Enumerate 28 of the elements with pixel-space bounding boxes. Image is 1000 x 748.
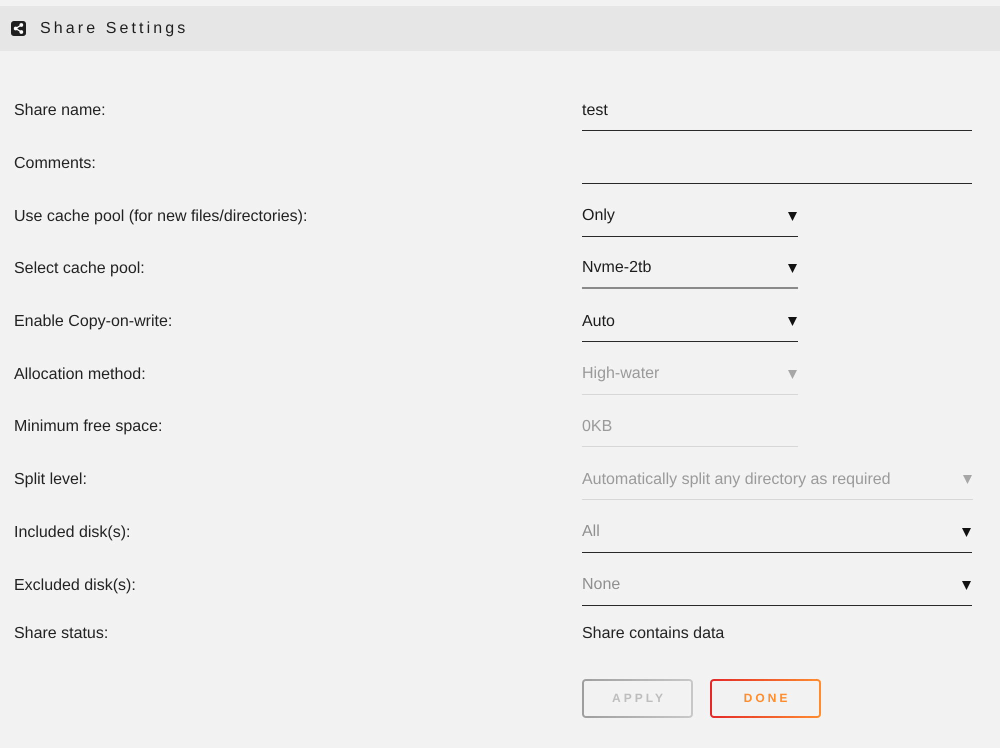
field-label: Share name: <box>14 102 106 120</box>
field-label: Enable Copy-on-write: <box>14 313 172 332</box>
field-label: Select cache pool: <box>14 260 145 278</box>
text-input[interactable]: test <box>582 91 972 132</box>
field-label: Excluded disk(s): <box>14 576 136 595</box>
dropdown-field[interactable]: Auto <box>582 302 798 342</box>
dropdown-field[interactable]: None <box>582 566 972 606</box>
field-label: Share status: <box>14 624 108 643</box>
dropdown-field[interactable]: Only <box>582 196 798 237</box>
caret-down-icon <box>788 264 797 273</box>
panel-title: Share Settings <box>40 20 188 38</box>
dropdown-field[interactable]: All <box>582 512 972 553</box>
dropdown-field[interactable]: Nvme-2tb <box>582 249 798 290</box>
field-label: Comments: <box>14 155 96 174</box>
caret-down-icon <box>788 317 797 326</box>
caret-down-icon <box>962 475 972 484</box>
field-label: Split level: <box>14 471 87 490</box>
caret-down-icon <box>788 370 797 379</box>
caret-down-icon <box>962 580 971 590</box>
field-label: Allocation method: <box>14 366 146 384</box>
form-button[interactable]: DONE <box>710 678 821 718</box>
field-label: Use cache pool (for new files/directories): <box>14 208 308 226</box>
field-label: Minimum free space: <box>14 418 162 436</box>
status-text: Share contains data <box>582 624 724 643</box>
caret-down-icon <box>962 528 971 537</box>
caret-down-icon <box>788 212 797 221</box>
field-label: Included disk(s): <box>14 524 130 542</box>
share-icon <box>11 21 26 36</box>
